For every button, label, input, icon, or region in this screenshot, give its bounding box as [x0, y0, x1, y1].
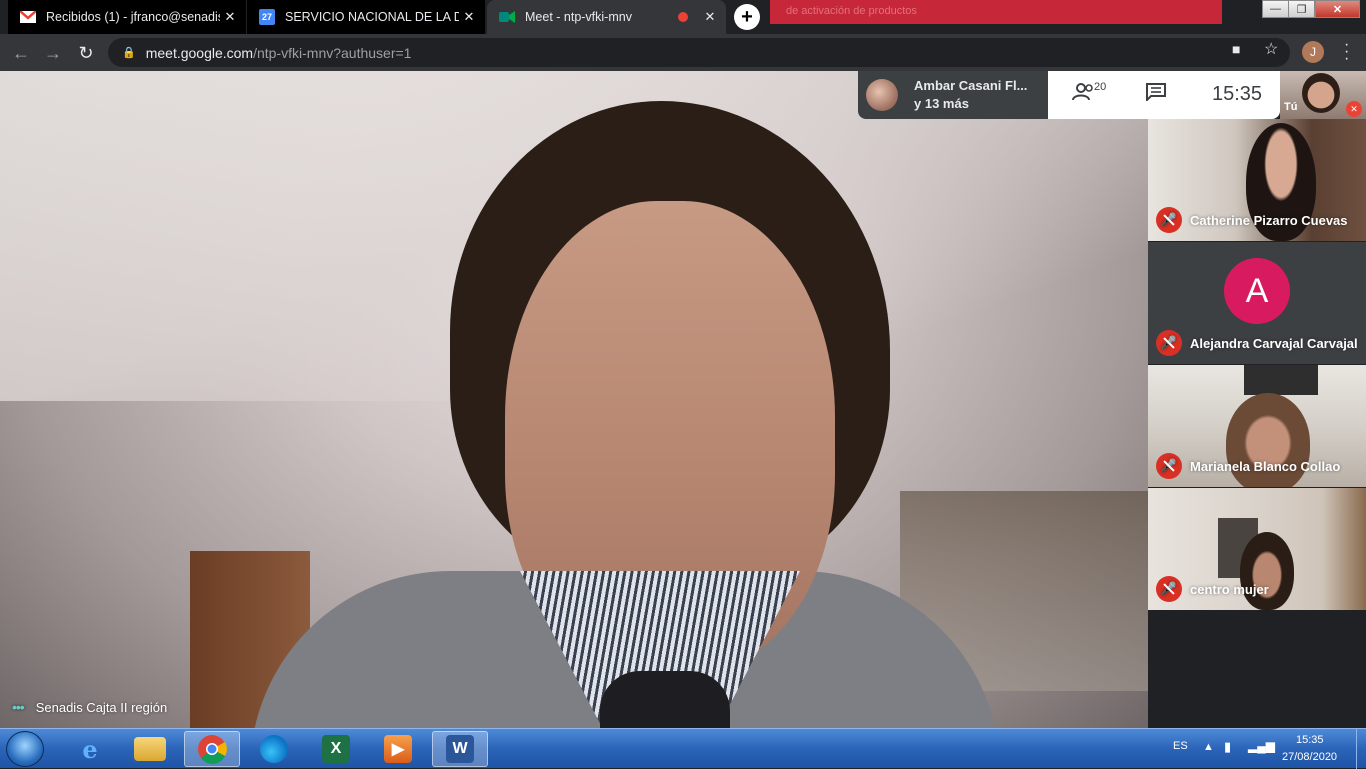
tray-expand-icon[interactable]: ▲ [1203, 741, 1214, 753]
main-speaker-name: Senadis Cajta II región [35, 699, 168, 715]
mic-off-icon: 🎤 [1156, 453, 1182, 479]
participant-name: centro mujer [1190, 581, 1269, 597]
edge-icon[interactable] [246, 731, 302, 767]
background-notification: de activación de productos [770, 0, 1222, 24]
menu-dots-icon[interactable]: · · · [1344, 37, 1349, 67]
mic-off-icon: 🎤 [1156, 207, 1182, 233]
forward-arrow-icon[interactable]: → [42, 42, 64, 64]
meet-controls-bar: 20 15:35 [1048, 71, 1280, 119]
tab-close-icon[interactable]: ✕ [700, 9, 720, 25]
speaking-indicator-icon: ••• [12, 699, 25, 715]
ie-icon[interactable]: e [62, 731, 118, 767]
mic-off-icon: ✕ [1346, 101, 1362, 117]
main-speaker-label: ••• Senadis Cajta II región [12, 699, 167, 715]
tab-calendar[interactable]: 27 SERVICIO NACIONAL DE LA DISC ✕ [247, 0, 485, 34]
recording-indicator-icon [678, 12, 688, 22]
meet-icon [499, 9, 515, 25]
participant-name: Catherine Pizarro Cuevas [1190, 212, 1348, 228]
windows-taskbar: e X ▶ W ES ▲ ▮ ▂▄▆ 15:35 27/08/2020 [0, 728, 1366, 769]
explorer-icon[interactable] [122, 731, 178, 767]
mic-off-icon: 🎤 [1156, 576, 1182, 602]
participants-summary[interactable]: Ambar Casani Fl... y 13 más [858, 71, 1048, 119]
url-path: /ntp-vfki-mnv?authuser=1 [253, 44, 412, 61]
meeting-clock: 15:35 [1212, 83, 1263, 105]
url-host: meet.google.com [145, 44, 254, 61]
mic-off-icon: 🎤 [1156, 330, 1182, 356]
star-icon[interactable]: ☆ [1264, 39, 1278, 59]
signal-icon[interactable]: ▂▄▆ [1248, 739, 1275, 753]
gmail-icon [20, 9, 36, 25]
participant-tile[interactable]: 🎤 Marianela Blanco Collao [1148, 365, 1366, 487]
tab-title: Meet - ntp-vfki-mnv [525, 10, 632, 24]
meet-header: Ambar Casani Fl... y 13 más 20 15:35 [858, 71, 1280, 119]
media-icon[interactable]: ▶ [370, 731, 426, 767]
self-label: Tú [1284, 101, 1298, 113]
show-desktop-button[interactable] [1356, 729, 1366, 769]
participant-tile[interactable]: A 🎤 Alejandra Carvajal Carvajal [1148, 242, 1366, 364]
network-icon[interactable]: ▮ [1224, 739, 1231, 755]
tab-close-icon[interactable]: ✕ [459, 9, 479, 25]
chat-icon[interactable] [1146, 83, 1166, 106]
window-close-button[interactable]: ✕ [1315, 0, 1360, 18]
participant-sidebar: 🎤 Catherine Pizarro Cuevas A 🎤 Alejandra… [1148, 119, 1366, 728]
browser-toolbar: ← → ↻ 🔒 meet.google.com /ntp-vfki-mnv?au… [0, 34, 1366, 71]
tab-title: Recibidos (1) - jfranco@senadis.c [46, 10, 220, 24]
tab-title: SERVICIO NACIONAL DE LA DISC [285, 10, 459, 24]
profile-avatar[interactable]: J [1302, 41, 1324, 63]
tab-gmail[interactable]: Recibidos (1) - jfranco@senadis.c ✕ [8, 0, 246, 34]
start-button[interactable] [6, 731, 44, 767]
back-arrow-icon[interactable]: ← [10, 42, 32, 64]
participant-tile[interactable]: 🎤 centro mujer [1148, 488, 1366, 610]
participant-name: Marianela Blanco Collao [1190, 458, 1341, 474]
participants-line1: Ambar Casani Fl... [914, 78, 1028, 93]
minimize-button[interactable]: — [1262, 0, 1289, 18]
excel-icon[interactable]: X [308, 731, 364, 767]
address-bar[interactable]: 🔒 meet.google.com /ntp-vfki-mnv?authuser… [108, 38, 1290, 67]
reload-icon[interactable]: ↻ [75, 42, 97, 64]
tray-time[interactable]: 15:35 [1296, 734, 1324, 746]
self-video-tile[interactable]: Tú ✕ [1280, 71, 1366, 119]
participant-count: 20 [1094, 81, 1107, 93]
tray-date[interactable]: 27/08/2020 [1282, 751, 1337, 763]
participant-tile[interactable]: 🎤 Catherine Pizarro Cuevas [1148, 119, 1366, 241]
participant-name: Alejandra Carvajal Carvajal [1190, 335, 1358, 351]
camera-icon[interactable]: ■ [1232, 41, 1240, 57]
chrome-icon[interactable] [184, 731, 240, 767]
browser-tab-strip: Recibidos (1) - jfranco@senadis.c ✕ 27 S… [0, 0, 1366, 34]
new-tab-button[interactable]: + [734, 4, 760, 30]
avatar [866, 79, 898, 111]
people-icon[interactable] [1072, 83, 1096, 107]
tab-meet[interactable]: Meet - ntp-vfki-mnv ✕ [487, 0, 726, 34]
word-icon[interactable]: W [432, 731, 488, 767]
lock-icon: 🔒 [122, 47, 136, 59]
main-video: ••• Senadis Cajta II región [0, 71, 1148, 728]
avatar: A [1224, 258, 1290, 324]
calendar-icon: 27 [259, 9, 275, 25]
participants-line2: y 13 más [914, 96, 969, 111]
maximize-button[interactable]: ❐ [1288, 0, 1315, 18]
tab-close-icon[interactable]: ✕ [220, 9, 240, 25]
language-indicator[interactable]: ES [1173, 740, 1188, 752]
